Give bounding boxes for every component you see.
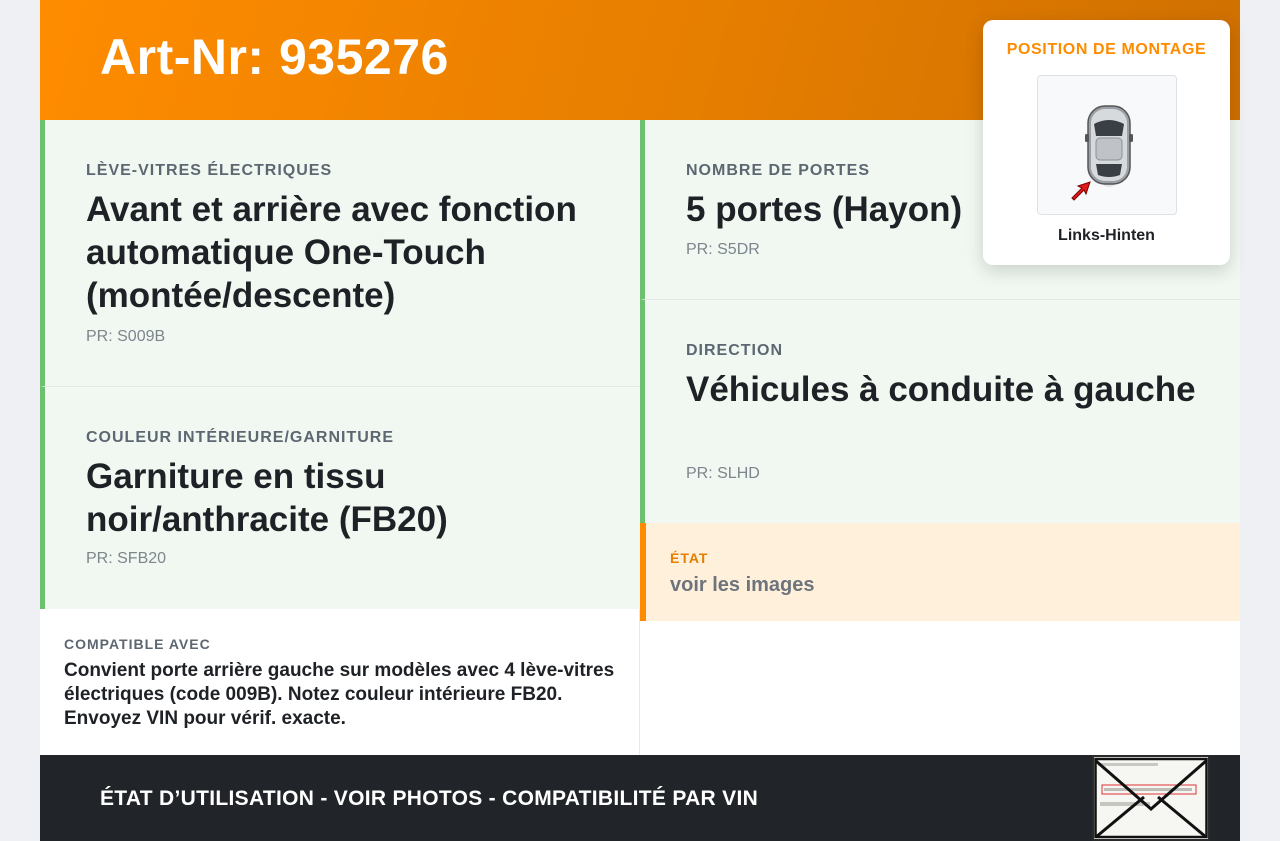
card-value: Garniture en tissu noir/anthracite (FB20… (86, 457, 448, 539)
card-interior-color: COULEUR INTÉRIEURE/GARNITURE Garniture e… (40, 387, 640, 609)
card-pr-code: PR: S5DR (686, 241, 760, 258)
card-pr-code: PR: SFB20 (86, 550, 167, 567)
mounting-position-label: Links-Hinten (1058, 227, 1155, 244)
condition-box: ÉTAT voir les images (640, 523, 1240, 621)
footer-bar: ÉTAT D’UTILISATION - VOIR PHOTOS - COMPA… (40, 755, 1240, 841)
card-value: Avant et arrière avec fonction automatiq… (86, 190, 577, 315)
compatibility-text: Convient porte arrière gauche sur modèle… (64, 660, 615, 729)
mounting-position-card: POSITION DE MONTAGE Links-Hinten (983, 20, 1230, 265)
card-pr-code: PR: S009B (86, 328, 166, 345)
condition-value: voir les images (670, 574, 815, 596)
card-steering: DIRECTION Véhicules à conduite à gauche … (640, 300, 1240, 523)
card-label: COULEUR INTÉRIEURE/GARNITURE (86, 429, 395, 446)
envelope-icon (1094, 757, 1208, 839)
compatibility-box: COMPATIBLE AVEC Convient porte arrière g… (40, 609, 640, 755)
article-number: Art-Nr: 935276 (100, 29, 449, 85)
compatibility-label: COMPATIBLE AVEC (64, 636, 211, 652)
car-position-image[interactable] (1037, 75, 1177, 215)
card-pr-code: PR: SLHD (686, 465, 760, 482)
label-photo-thumbnail[interactable] (1092, 755, 1210, 841)
card-label: DIRECTION (686, 342, 783, 359)
card-label: LÈVE-VITRES ÉLECTRIQUES (86, 162, 333, 179)
card-label: NOMBRE DE PORTES (686, 162, 871, 179)
footer-text: ÉTAT D’UTILISATION - VOIR PHOTOS - COMPA… (100, 787, 759, 810)
mounting-title: POSITION DE MONTAGE (1006, 41, 1207, 58)
condition-label: ÉTAT (670, 550, 709, 566)
card-power-windows: LÈVE-VITRES ÉLECTRIQUES Avant et arrière… (40, 120, 640, 387)
car-top-view-icon (1071, 105, 1133, 201)
card-value: Véhicules à conduite à gauche (686, 370, 1196, 409)
